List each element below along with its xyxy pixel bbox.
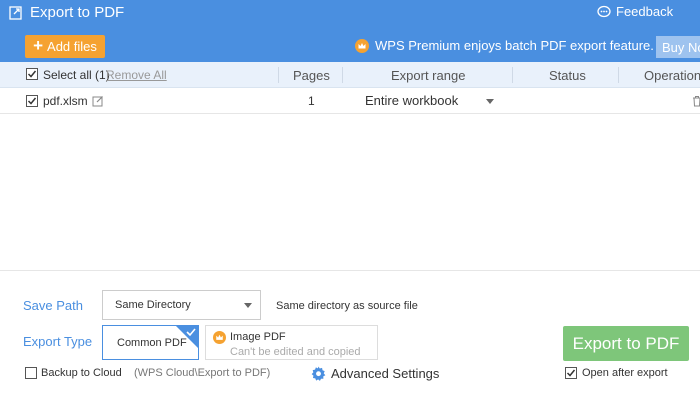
export-range-select[interactable]: Entire workbook	[365, 93, 458, 108]
premium-crown-icon	[355, 38, 369, 53]
common-pdf-option[interactable]: Common PDF	[102, 325, 199, 360]
advanced-settings-link[interactable]: Advanced Settings	[331, 366, 439, 381]
column-header-operation: Operation	[644, 68, 700, 83]
column-divider	[618, 67, 619, 83]
column-divider	[342, 67, 343, 83]
add-files-button[interactable]: + Add files	[25, 35, 105, 58]
buy-now-button[interactable]: Buy Now	[656, 36, 700, 58]
title-bar: Export to PDF Feedback + Add files WPS P…	[0, 0, 700, 62]
checkmark-icon	[27, 70, 37, 78]
feedback-link[interactable]: Feedback	[597, 4, 673, 19]
checkmark-icon	[27, 97, 37, 105]
chevron-down-icon	[244, 303, 252, 308]
remove-all-link[interactable]: Remove All	[106, 68, 167, 82]
save-path-select[interactable]: Same Directory	[102, 290, 261, 320]
window-title: Export to PDF	[30, 4, 125, 21]
checkmark-icon	[566, 369, 576, 377]
column-header-export-range: Export range	[391, 68, 466, 83]
premium-crown-icon	[213, 331, 226, 344]
export-pdf-icon	[9, 6, 22, 20]
row-checkbox[interactable]	[26, 95, 38, 107]
save-path-label: Save Path	[23, 298, 83, 313]
checkmark-icon	[186, 328, 196, 337]
page-count: 1	[308, 94, 315, 108]
backup-cloud-label: Backup to Cloud	[41, 367, 122, 379]
image-pdf-note: Can't be edited and copied	[230, 346, 361, 358]
select-all-checkbox[interactable]	[26, 68, 38, 80]
gear-icon[interactable]	[311, 366, 326, 381]
table-row: pdf.xlsm 1 Entire workbook	[0, 88, 700, 114]
column-header-pages: Pages	[293, 68, 330, 83]
column-divider	[512, 67, 513, 83]
chevron-down-icon[interactable]	[486, 99, 494, 104]
image-pdf-option[interactable]: Image PDF Can't be edited and copied	[205, 325, 378, 360]
save-path-value: Same Directory	[115, 299, 191, 311]
premium-notice: WPS Premium enjoys batch PDF export feat…	[355, 38, 654, 53]
feedback-label: Feedback	[616, 4, 674, 19]
add-files-label: Add files	[47, 39, 97, 54]
export-type-label: Export Type	[23, 334, 93, 349]
file-table-header: Select all (1) Remove All Pages Export r…	[0, 62, 700, 88]
file-name: pdf.xlsm	[43, 94, 88, 108]
column-divider	[278, 67, 279, 83]
edit-icon[interactable]	[92, 95, 104, 107]
save-path-hint: Same directory as source file	[276, 300, 418, 312]
premium-text: WPS Premium enjoys batch PDF export feat…	[375, 38, 654, 53]
chat-bubble-icon	[597, 5, 611, 17]
section-divider	[0, 270, 700, 271]
open-after-export-label: Open after export	[582, 367, 668, 379]
image-pdf-label: Image PDF	[230, 331, 286, 343]
open-after-export-checkbox[interactable]	[565, 367, 577, 379]
plus-icon: +	[33, 36, 44, 55]
backup-cloud-path: (WPS Cloud\Export to PDF)	[134, 367, 271, 379]
backup-cloud-checkbox[interactable]	[25, 367, 37, 379]
trash-icon[interactable]	[692, 95, 700, 107]
export-to-pdf-button[interactable]: Export to PDF	[563, 326, 689, 361]
select-all-label: Select all (1)	[43, 68, 110, 82]
column-header-status: Status	[549, 68, 586, 83]
